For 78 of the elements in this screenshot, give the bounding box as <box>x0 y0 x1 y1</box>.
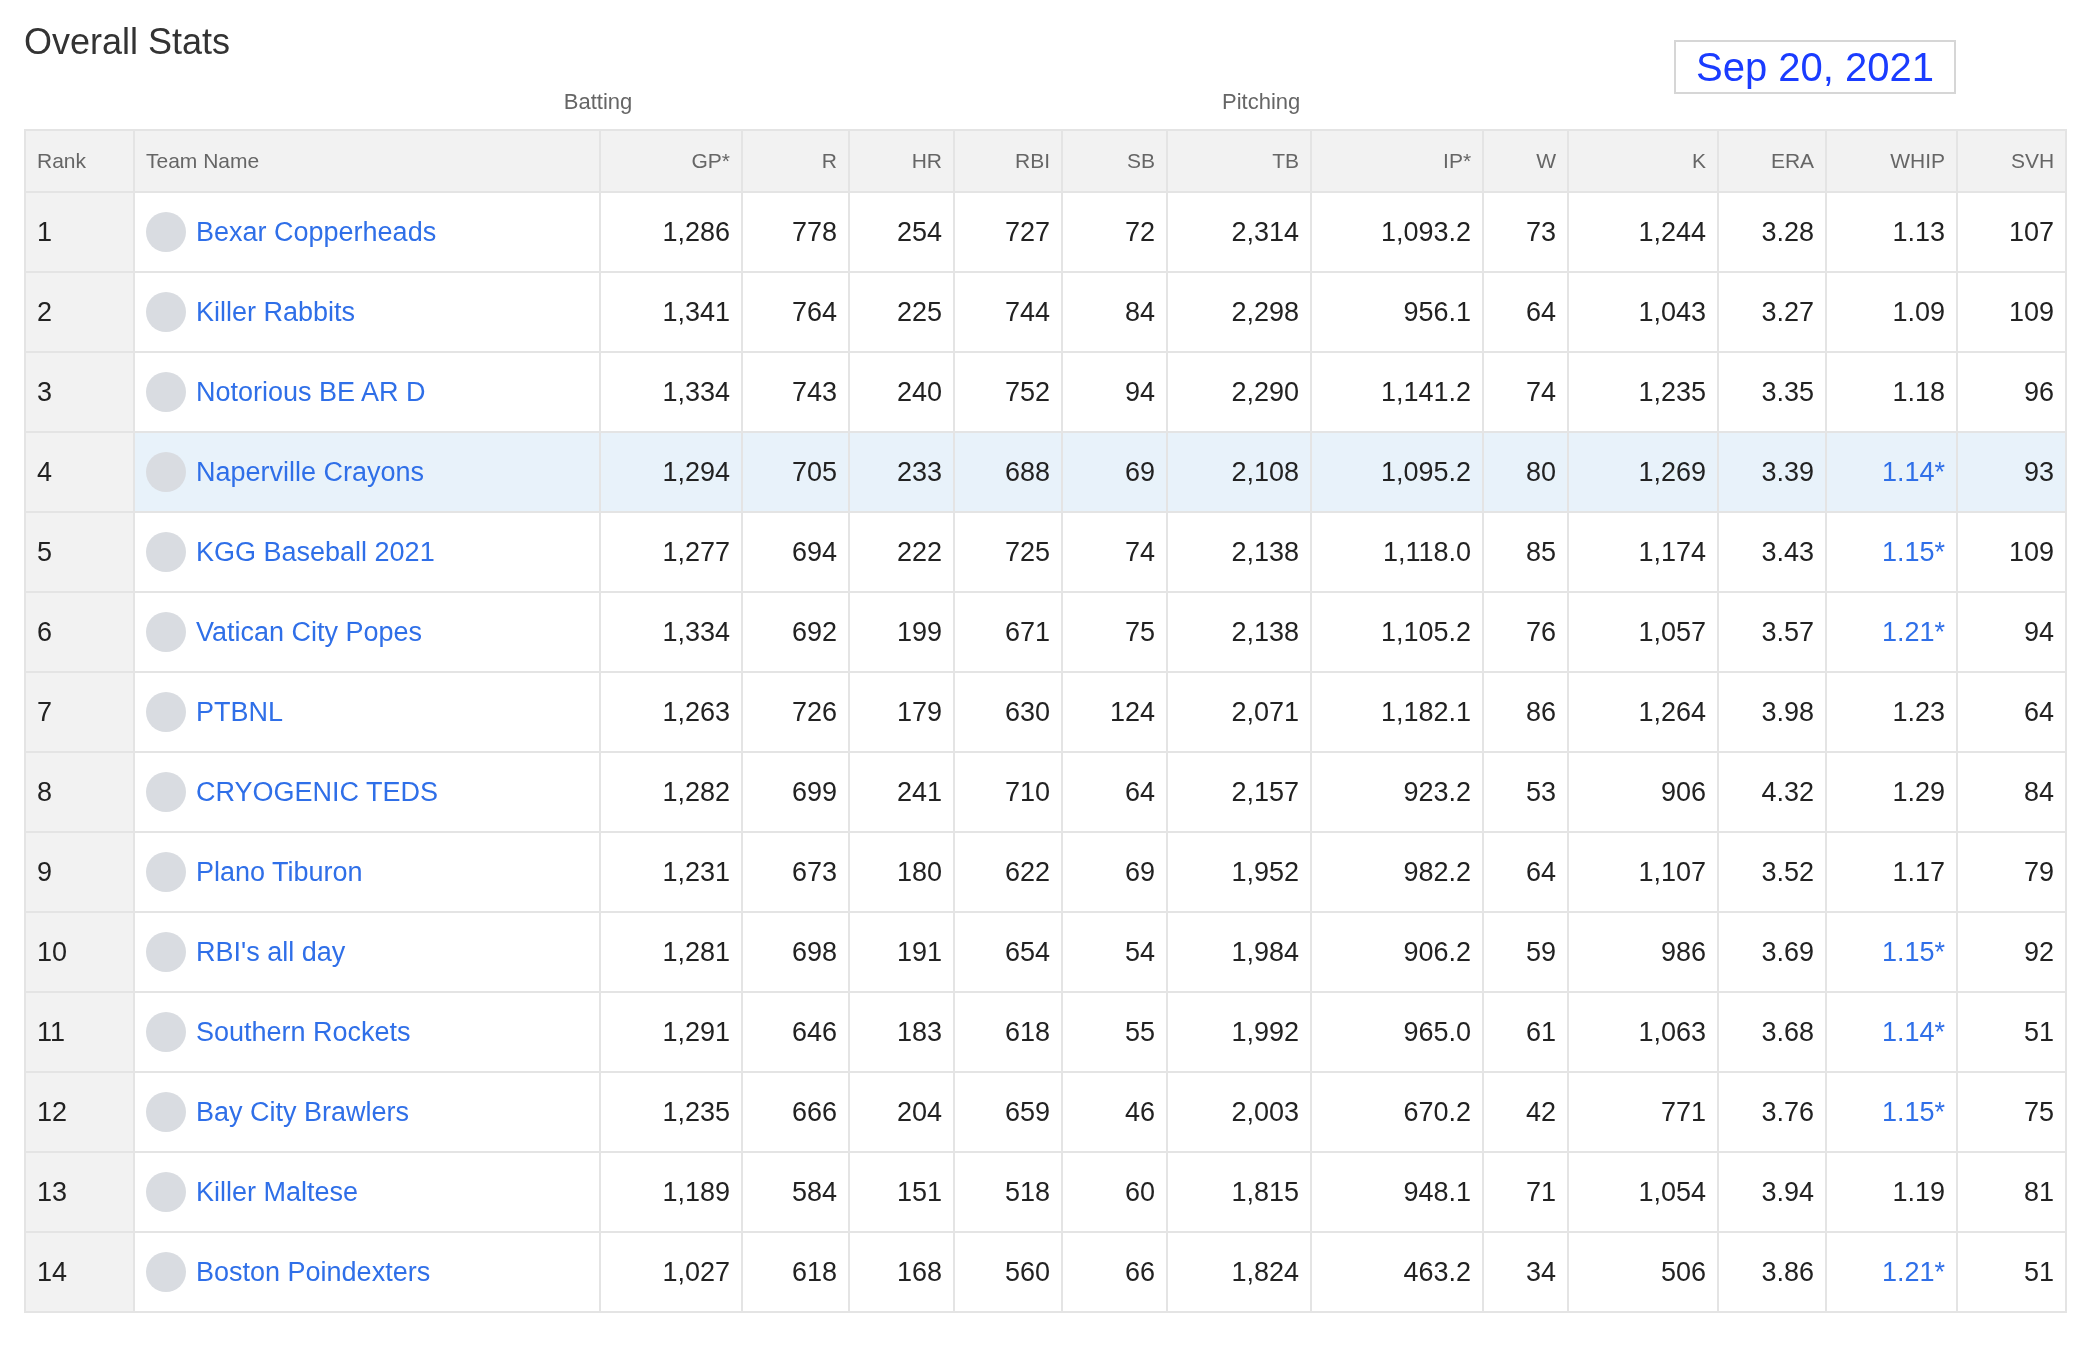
table-row[interactable]: 4 Naperville Crayons 1,294 705 233 688 69 2,108 1,095.2 80 1,269 3.39 1.14* 93 <box>25 432 2067 512</box>
team-link[interactable]: Killer Maltese <box>196 1171 359 1213</box>
table-row[interactable]: 3 Notorious BE AR D 1,334 743 240 752 94 2,290 1,141.2 74 1,235 3.35 1.18 96 <box>25 352 2067 432</box>
table-row[interactable]: 10 RBI's all day 1,281 698 191 654 54 1,984 906.2 59 986 3.69 1.15* 92 <box>25 912 2067 992</box>
team-logo-icon <box>146 372 186 412</box>
date-display: Sep 20, 2021 <box>1674 40 1956 94</box>
table-row[interactable]: 6 Vatican City Popes 1,334 692 199 671 75 2,138 1,105.2 76 1,057 3.57 1.21* 94 <box>25 592 2067 672</box>
team-logo-icon <box>146 852 186 892</box>
rank-cell: 4 <box>25 432 134 512</box>
whip-value: 1.23 <box>1892 696 1946 727</box>
rank-cell: 12 <box>25 1072 134 1152</box>
stat-cell: 618 <box>742 1232 849 1312</box>
rank-cell: 6 <box>25 592 134 672</box>
stat-cell: 34 <box>1483 1232 1569 1312</box>
rank-cell: 5 <box>25 512 134 592</box>
table-row[interactable]: 13 Killer Maltese 1,189 584 151 518 60 1,815 948.1 71 1,054 3.94 1.19 81 <box>25 1152 2067 1232</box>
team-logo-icon <box>146 612 186 652</box>
stat-cell: 66 <box>1062 1232 1168 1312</box>
table-row[interactable]: 12 Bay City Brawlers 1,235 666 204 659 46 2,003 670.2 42 771 3.76 1.15* 75 <box>25 1072 2067 1152</box>
whip-link[interactable]: 1.15* <box>1882 1096 1946 1127</box>
whip-link[interactable]: 1.15* <box>1882 536 1946 567</box>
whip-link[interactable]: 1.21* <box>1882 1256 1946 1287</box>
stat-cell: 1,027 <box>600 1232 742 1312</box>
table-row[interactable]: 2 Killer Rabbits 1,341 764 225 744 84 2,298 956.1 64 1,043 3.27 1.09 109 <box>25 272 2067 352</box>
table-row[interactable]: 8 CRYOGENIC TEDS 1,282 699 241 710 64 2,157 923.2 53 906 4.32 1.29 84 <box>25 752 2067 832</box>
rank-cell: 2 <box>25 272 134 352</box>
table-row[interactable]: 11 Southern Rockets 1,291 646 183 618 55 1,992 965.0 61 1,063 3.68 1.14* 51 <box>25 992 2067 1072</box>
team-link[interactable]: PTBNL <box>196 691 284 733</box>
team-logo-icon <box>146 292 186 332</box>
rank-cell: 1 <box>25 192 134 272</box>
team-logo-icon <box>146 212 186 252</box>
whip-link[interactable]: 1.21* <box>1882 616 1946 647</box>
column-header: Team Name <box>134 130 600 192</box>
table-row[interactable]: 9 Plano Tiburon 1,231 673 180 622 69 1,952 982.2 64 1,107 3.52 1.17 79 <box>25 832 2067 912</box>
team-link[interactable]: Plano Tiburon <box>196 851 363 893</box>
whip-value: 1.17 <box>1892 856 1946 887</box>
rank-cell: 13 <box>25 1152 134 1232</box>
team-logo-icon <box>146 1092 186 1132</box>
rank-cell: 9 <box>25 832 134 912</box>
table-row[interactable]: 7 PTBNL 1,263 726 179 630 124 2,071 1,182.1 86 1,264 3.98 1.23 64 <box>25 672 2067 752</box>
team-link[interactable]: Killer Rabbits <box>196 291 356 333</box>
whip-value: 1.09 <box>1892 296 1946 327</box>
column-header: Rank <box>25 130 134 192</box>
table-row[interactable]: 14 Boston Poindexters 1,027 618 168 560 66 1,824 463.2 34 506 3.86 1.21* 51 <box>25 1232 2067 1312</box>
group-label: Batting <box>563 89 633 114</box>
team-logo-icon <box>146 1252 186 1292</box>
rank-cell: 11 <box>25 992 134 1072</box>
team-logo-icon <box>146 692 186 732</box>
whip-link[interactable]: 1.14* <box>1882 1016 1946 1047</box>
rank-cell: 7 <box>25 672 134 752</box>
stat-cell: 1,824 <box>1167 1232 1312 1312</box>
stat-cell: 3.86 <box>1718 1232 1827 1312</box>
stat-cell: 506 <box>1568 1232 1719 1312</box>
team-logo-icon <box>146 772 186 812</box>
whip-value: 1.19 <box>1892 1176 1946 1207</box>
team-logo-icon <box>146 1012 186 1052</box>
team-logo-icon <box>146 1172 186 1212</box>
whip-value: 1.18 <box>1892 376 1946 407</box>
table-row[interactable]: 5 KGG Baseball 2021 1,277 694 222 725 74 2,138 1,118.0 85 1,174 3.43 1.15* 109 <box>25 512 2067 592</box>
page-title: Overall Stats <box>24 20 231 64</box>
stat-cell: 51 <box>1957 1232 2067 1312</box>
table-row[interactable]: 1 Bexar Copperheads 1,286 778 254 727 72 2,314 1,093.2 73 1,244 3.28 1.13 107 <box>25 192 2067 272</box>
rank-cell: 3 <box>25 352 134 432</box>
stat-cell: 463.2 <box>1311 1232 1484 1312</box>
whip-link[interactable]: 1.15* <box>1882 936 1946 967</box>
rank-cell: 8 <box>25 752 134 832</box>
team-logo-icon <box>146 532 186 572</box>
whip-value: 1.29 <box>1892 776 1946 807</box>
stat-cell: 560 <box>954 1232 1063 1312</box>
stat-cell: 168 <box>849 1232 954 1312</box>
group-label: Pitching <box>1222 89 1301 114</box>
team-logo-icon <box>146 932 186 972</box>
whip-value: 1.13 <box>1892 216 1946 247</box>
rank-cell: 10 <box>25 912 134 992</box>
team-link[interactable]: RBI's all day <box>196 931 346 973</box>
rank-cell: 14 <box>25 1232 134 1312</box>
team-logo-icon <box>146 452 186 492</box>
whip-link[interactable]: 1.14* <box>1882 456 1946 487</box>
